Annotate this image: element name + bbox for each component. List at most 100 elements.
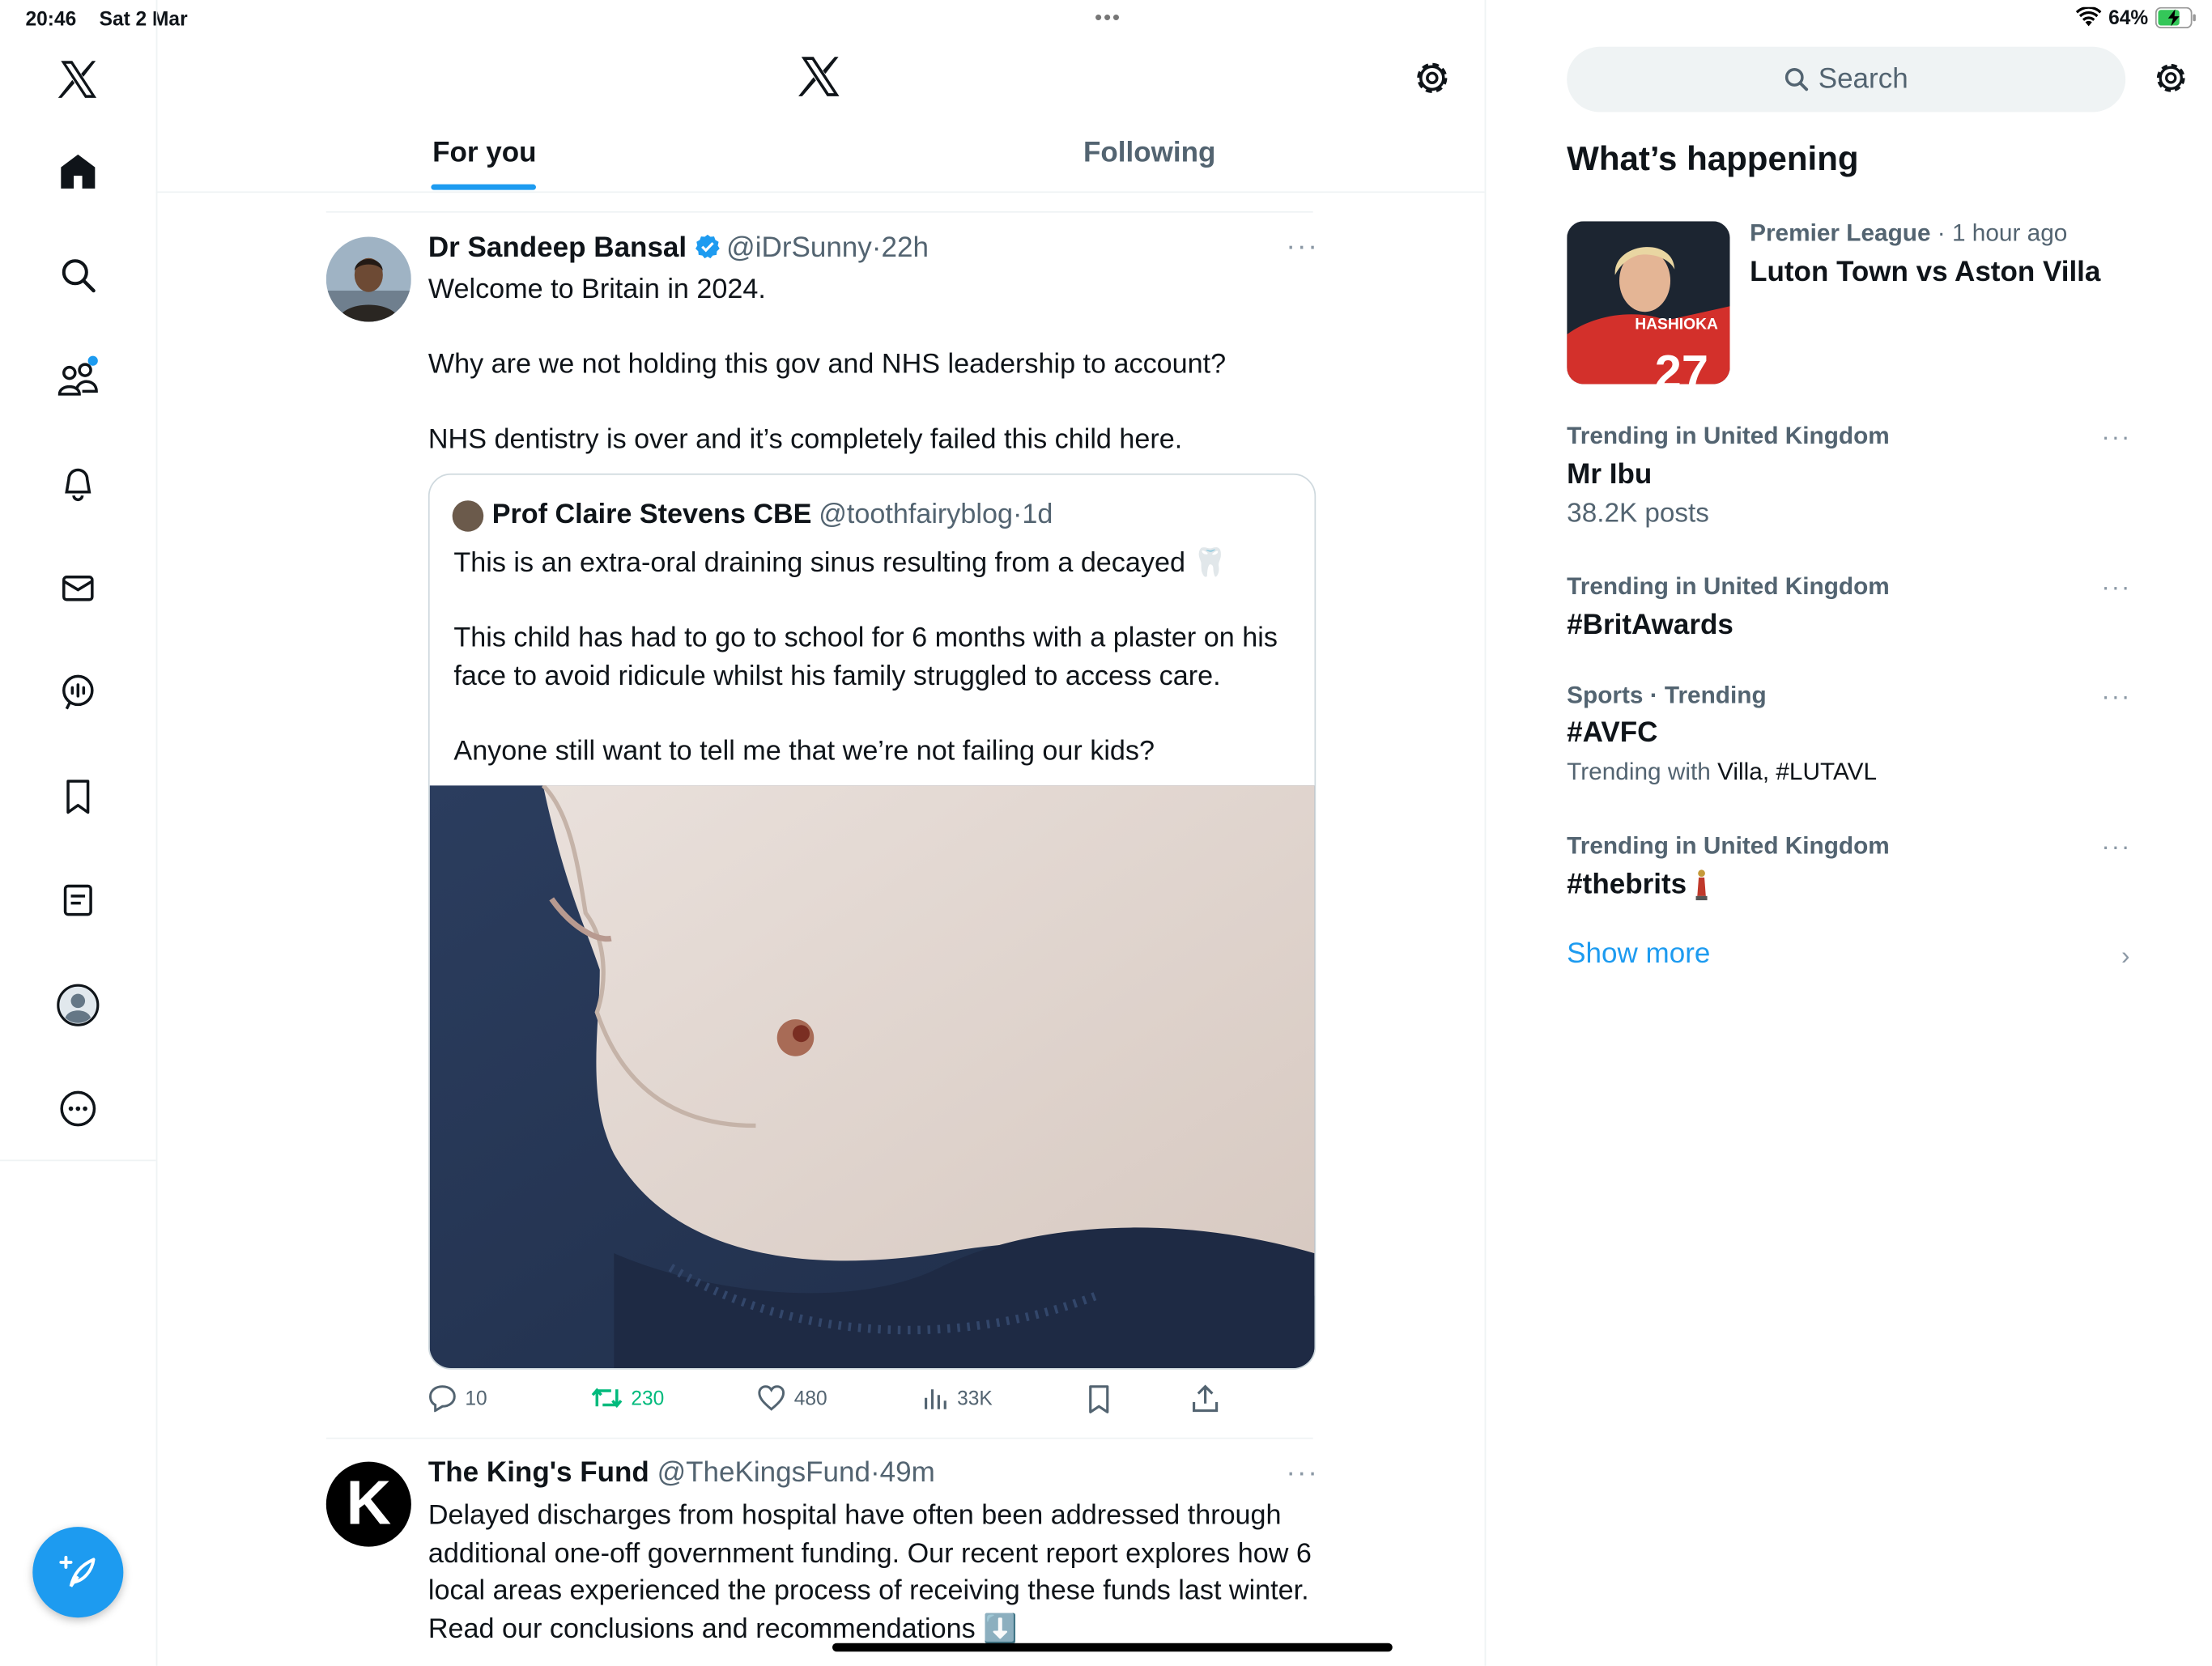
mail-icon[interactable] (54, 564, 103, 613)
trend-title[interactable]: #BritAwards (1567, 610, 1733, 642)
author-handle[interactable]: @TheKingsFund (657, 1457, 870, 1489)
bookmark-icon[interactable] (54, 772, 103, 821)
trend-more-button[interactable]: ··· (2101, 573, 2131, 603)
reply-count: 10 (465, 1386, 487, 1409)
share-icon (1191, 1383, 1219, 1415)
tweet-header: The King's Fund @TheKingsFund·49m (428, 1457, 935, 1489)
show-more-link[interactable]: Show more (1567, 938, 1710, 971)
bell-icon[interactable] (54, 459, 103, 508)
retweet-icon (591, 1383, 623, 1412)
tweet-actions: 10 230 480 33K (428, 1383, 1313, 1415)
tabs-divider (155, 191, 1485, 193)
trend-thumbnail[interactable]: HASHIOKA 27 (1567, 221, 1730, 385)
tweet-more-button[interactable]: ··· (1286, 1457, 1318, 1490)
trend-category-label: Premier League (1750, 219, 1931, 247)
wifi-icon (2075, 6, 2102, 28)
like-count: 480 (793, 1386, 827, 1409)
trend-more-button[interactable]: ··· (2101, 832, 2131, 862)
x-logo-icon[interactable] (54, 55, 103, 104)
trend-title[interactable]: Luton Town vs Aston Villa (1750, 257, 2100, 289)
search-input[interactable]: Search (1567, 46, 2126, 113)
like-button[interactable]: 480 (757, 1383, 827, 1412)
jersey-name: HASHIOKA (1635, 316, 1718, 333)
gear-icon[interactable] (2151, 58, 2191, 105)
trend-category: Trending in United Kingdom (1567, 572, 1890, 600)
tab-active-indicator (431, 184, 536, 190)
retweet-button[interactable]: 230 (591, 1383, 664, 1412)
views-icon (923, 1383, 949, 1412)
retweet-count: 230 (631, 1386, 665, 1409)
brits-statue-icon (1695, 868, 1710, 902)
battery-icon (2155, 6, 2198, 28)
trend-title[interactable]: #thebrits (1567, 868, 1709, 902)
feed-divider (325, 1437, 1313, 1439)
reply-button[interactable]: 10 (428, 1383, 487, 1413)
quote-paragraph: This child has had to go to school for 6… (453, 622, 1278, 691)
bookmark-button[interactable] (1086, 1383, 1112, 1415)
tab-for-you[interactable]: For you (432, 138, 536, 170)
search-icon (1784, 66, 1810, 92)
spaces-icon[interactable] (54, 668, 103, 716)
tweet-paragraph: Why are we not holding this gov and NHS … (428, 348, 1227, 380)
trend-title[interactable]: Mr Ibu (1567, 459, 1652, 491)
tweet-time[interactable]: 49m (880, 1457, 935, 1489)
main-column: For you Following Dr Sandeep Bansal @iDrS… (155, 0, 1487, 1666)
tweet-more-button[interactable]: ··· (1286, 231, 1318, 263)
svg-text:27: 27 (1655, 345, 1708, 385)
notification-dot (87, 355, 98, 366)
trend-category: Trending in United Kingdom (1567, 832, 1890, 860)
author-name[interactable]: Dr Sandeep Bansal (428, 232, 687, 264)
status-right: 64% (2075, 6, 2198, 28)
compose-icon (58, 1553, 98, 1592)
lists-icon[interactable] (54, 876, 103, 924)
whats-happening-title: What’s happening (1567, 140, 1859, 179)
quote-author-name: Prof Claire Stevens CBE (491, 499, 812, 530)
home-indicator[interactable] (832, 1643, 1393, 1652)
quote-avatar (452, 499, 484, 531)
search-icon[interactable] (54, 251, 103, 300)
tab-following[interactable]: Following (1083, 138, 1215, 170)
author-handle[interactable]: @iDrSunny (726, 232, 872, 264)
quote-media-image[interactable] (429, 784, 1315, 1369)
x-logo-icon[interactable] (797, 54, 842, 107)
gear-icon[interactable] (1411, 57, 1454, 106)
left-nav-rail (0, 0, 158, 1666)
verified-badge-icon (696, 234, 721, 268)
quote-header: Prof Claire Stevens CBE @toothfairyblog … (452, 499, 1053, 531)
trend-title[interactable]: #AVFC (1567, 717, 1657, 750)
more-icon[interactable] (54, 1085, 103, 1133)
quote-tweet-card[interactable]: Prof Claire Stevens CBE @toothfairyblog … (428, 473, 1317, 1370)
chevron-right-icon[interactable]: › (2121, 941, 2130, 971)
tweet-header: Dr Sandeep Bansal @iDrSunny·22h (428, 232, 929, 268)
trend-category: Sports · Trending (1567, 682, 1767, 709)
bookmark-icon (1086, 1383, 1112, 1415)
rail-divider (0, 1159, 156, 1162)
trend-category: Premier League · 1 hour ago (1750, 219, 2068, 247)
search-placeholder: Search (1818, 62, 1908, 95)
communities-icon[interactable] (54, 355, 103, 403)
avatar[interactable] (325, 236, 411, 322)
avatar-letter: K (346, 1468, 392, 1539)
quote-author-handle: @toothfairyblog (819, 499, 1013, 530)
avatar[interactable]: K (325, 1461, 411, 1547)
tweet-body: Welcome to Britain in 2024. Why are we n… (428, 270, 1308, 458)
quote-paragraph: This is an extra-oral draining sinus res… (453, 547, 1227, 579)
trend-more-button[interactable]: ··· (2101, 682, 2131, 712)
compose-button[interactable] (32, 1527, 124, 1618)
views-button[interactable]: 33K (923, 1383, 993, 1412)
trend-time: 1 hour ago (1951, 219, 2068, 247)
tweet-time[interactable]: 22h (881, 232, 928, 264)
trend-category: Trending in United Kingdom (1567, 422, 1890, 450)
profile-icon[interactable] (54, 981, 103, 1030)
views-count: 33K (957, 1386, 993, 1409)
trend-post-count: 38.2K posts (1567, 499, 1709, 529)
trend-related: Trending with Villa, #LUTAVL (1567, 758, 1878, 786)
tweet-body: Delayed discharges from hospital have of… (428, 1499, 1312, 1644)
home-icon[interactable] (54, 147, 103, 196)
quote-time: 1d (1022, 499, 1053, 530)
author-name[interactable]: The King's Fund (428, 1457, 649, 1489)
share-button[interactable] (1191, 1383, 1219, 1415)
trend-more-button[interactable]: ··· (2101, 423, 2131, 453)
quote-body: This is an extra-oral draining sinus res… (453, 544, 1304, 769)
quote-paragraph: Anyone still want to tell me that we’re … (453, 735, 1155, 767)
